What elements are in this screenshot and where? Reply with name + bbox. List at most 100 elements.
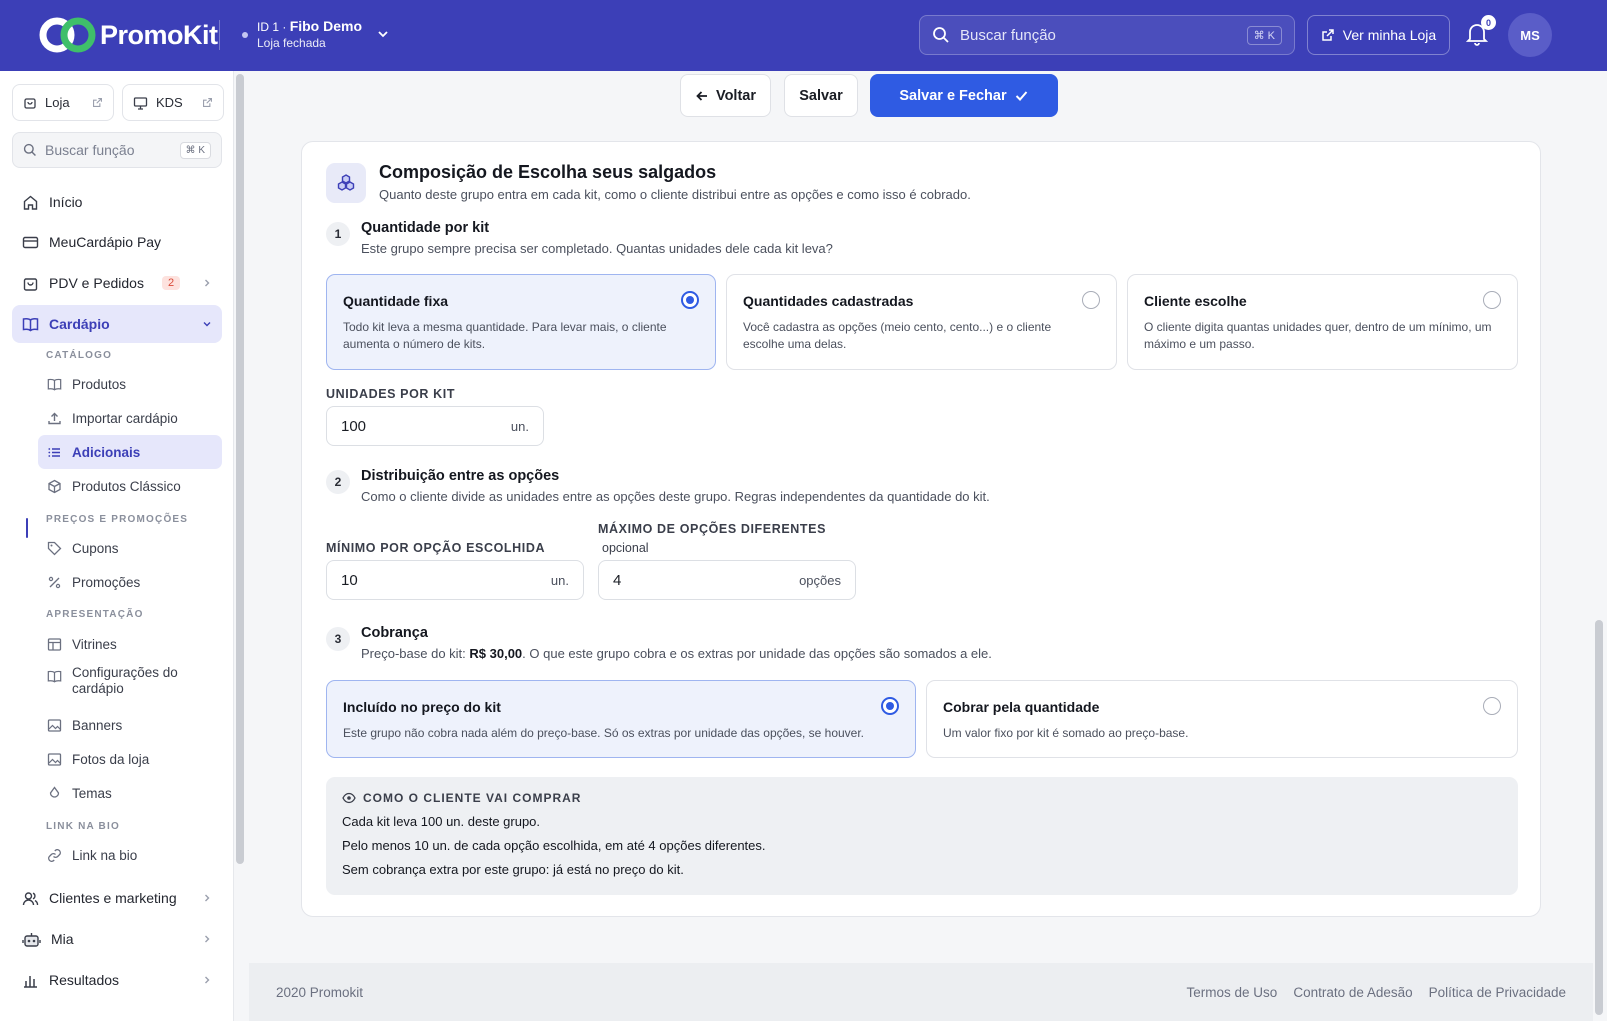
store-selector[interactable]: ID 1 · Fibo Demo Loja fechada (242, 18, 390, 50)
option-cliente-escolhe[interactable]: Cliente escolhe O cliente digita quantas… (1127, 274, 1518, 370)
option-incluido-no-preco[interactable]: Incluído no preço do kit Este grupo não … (326, 680, 916, 758)
sidebar-subitem-label: Adicionais (72, 444, 141, 460)
promokit-logo[interactable]: PromoKit (38, 16, 218, 54)
sidebar-subitem-fotos[interactable]: Fotos da loja (38, 742, 222, 776)
quick-link-kds[interactable]: KDS (122, 84, 224, 121)
sidebar-item-inicio[interactable]: Início (12, 183, 222, 221)
step-3-number: 3 (326, 627, 350, 651)
sidebar-subitem-label: Produtos Clássico (72, 478, 181, 494)
arrow-left-icon (695, 89, 709, 103)
quick-link-loja[interactable]: Loja (12, 84, 114, 121)
sidebar-item-label: Cardápio (49, 316, 110, 332)
sidebar-scrollbar[interactable] (236, 74, 244, 864)
credit-card-icon (22, 234, 39, 251)
radio-unselected[interactable] (1483, 697, 1501, 715)
sidebar-subitem-adicionais[interactable]: Adicionais (38, 435, 222, 469)
sidebar-item-resultados[interactable]: Resultados (12, 961, 222, 999)
save-button[interactable]: Salvar (784, 74, 858, 117)
base-price: R$ 30,00 (469, 646, 523, 661)
sidebar: Loja KDS Buscar função ⌘ K Início MeuCar… (0, 71, 234, 1021)
option-desc: Um valor fixo por kit é somado ao preço-… (943, 726, 1189, 740)
back-button[interactable]: Voltar (680, 74, 771, 117)
box-icon (47, 479, 62, 494)
footer-link-contract[interactable]: Contrato de Adesão (1293, 985, 1412, 1000)
sidebar-subitem-link-bio[interactable]: Link na bio (38, 838, 222, 872)
bar-chart-icon (22, 972, 39, 989)
sidebar-item-cardapio[interactable]: Cardápio (12, 305, 222, 343)
footer-link-terms[interactable]: Termos de Uso (1187, 985, 1278, 1000)
sidebar-subitem-promocoes[interactable]: Promoções (38, 565, 222, 599)
sidebar-subitem-label: Fotos da loja (72, 751, 150, 767)
sidebar-subitem-produtos-classico[interactable]: Produtos Clássico (38, 469, 222, 503)
chevron-down-icon (376, 27, 390, 41)
home-icon (22, 194, 39, 211)
external-link-icon (92, 97, 103, 108)
option-desc: Este grupo não cobra nada além do preço-… (343, 726, 865, 740)
main-scrollbar[interactable] (1595, 620, 1603, 1015)
book-icon (47, 377, 62, 392)
preview-line: Sem cobrança extra por este grupo: já es… (342, 862, 684, 877)
sidebar-subitem-label: Promoções (72, 574, 141, 590)
sidebar-subitem-produtos[interactable]: Produtos (38, 367, 222, 401)
sidebar-subitem-label: Importar cardápio (72, 410, 178, 426)
sidebar-subitem-importar[interactable]: Importar cardápio (38, 401, 222, 435)
step-2-subtitle: Como o cliente divide as unidades entre … (361, 489, 990, 504)
sidebar-item-label: Início (49, 194, 83, 210)
option-title: Quantidade fixa (343, 293, 449, 309)
logo-text: PromoKit (100, 19, 218, 50)
sidebar-item-meucardapio-pay[interactable]: MeuCardápio Pay (12, 223, 222, 261)
store-icon (23, 96, 37, 110)
step-3-subtitle: Preço-base do kit: R$ 30,00. O que este … (361, 646, 992, 661)
search-shortcut: ⌘ K (1246, 25, 1282, 45)
sidebar-subitem-vitrines[interactable]: Vitrines (38, 627, 222, 661)
user-avatar[interactable]: MS (1508, 13, 1552, 57)
sidebar-item-clientes[interactable]: Clientes e marketing (12, 879, 222, 917)
sidebar-subitem-banners[interactable]: Banners (38, 708, 222, 742)
max-suffix: opções (799, 572, 841, 588)
sidebar-item-mia[interactable]: Mia (12, 920, 222, 958)
save-and-close-button[interactable]: Salvar e Fechar (870, 74, 1058, 117)
units-per-kit-label: UNIDADES POR KIT (326, 387, 456, 401)
chevron-down-icon (202, 319, 212, 329)
sidebar-subitem-cupons[interactable]: Cupons (38, 531, 222, 565)
units-per-kit-input[interactable]: 100 un. (326, 406, 544, 446)
radio-selected[interactable] (681, 291, 699, 309)
footer-link-privacy[interactable]: Política de Privacidade (1429, 985, 1566, 1000)
radio-unselected[interactable] (1483, 291, 1501, 309)
sidebar-item-label: Clientes e marketing (49, 890, 177, 906)
store-id: ID 1 · (257, 20, 287, 34)
min-per-option-input[interactable]: 10 un. (326, 560, 584, 600)
users-icon (22, 890, 39, 907)
book-open-icon (22, 316, 39, 333)
sidebar-subitem-configuracoes[interactable]: Configurações do cardápio (38, 660, 222, 704)
section-catalogo: CATÁLOGO (46, 350, 113, 361)
sidebar-search-input[interactable]: Buscar função ⌘ K (12, 132, 222, 168)
option-quantidades-cadastradas[interactable]: Quantidades cadastradas Você cadastra as… (726, 274, 1117, 370)
topbar-divider (219, 20, 220, 50)
section-apresentacao: APRESENTAÇÃO (46, 609, 144, 620)
top-search-input[interactable]: Buscar função ⌘ K (919, 15, 1295, 55)
sidebar-item-label: Mia (51, 931, 74, 947)
section-precos: PREÇOS E PROMOÇÕES (46, 514, 189, 525)
sidebar-search-placeholder: Buscar função (45, 142, 135, 158)
chevron-right-icon (202, 893, 212, 903)
option-quantidade-fixa[interactable]: Quantidade fixa Todo kit leva a mesma qu… (326, 274, 716, 370)
monitor-icon (133, 96, 148, 110)
sidebar-item-label: PDV e Pedidos (49, 275, 144, 291)
units-per-kit-value: 100 (341, 417, 367, 435)
store-status-dot (242, 32, 248, 38)
option-cobrar-pela-quantidade[interactable]: Cobrar pela quantidade Um valor fixo por… (926, 680, 1518, 758)
sidebar-item-label: Resultados (49, 972, 120, 988)
sidebar-subitem-temas[interactable]: Temas (38, 776, 222, 810)
radio-selected[interactable] (881, 697, 899, 715)
view-store-button[interactable]: Ver minha Loja (1307, 15, 1450, 55)
sidebar-item-label: MeuCardápio Pay (49, 234, 162, 250)
step-1-subtitle: Este grupo sempre precisa ser completado… (361, 241, 833, 256)
step-3-title: Cobrança (361, 625, 428, 641)
max-options-optional: opcional (602, 541, 649, 555)
sidebar-item-pdv[interactable]: PDV e Pedidos 2 (12, 264, 222, 302)
pdv-count-badge: 2 (161, 276, 181, 290)
max-options-input[interactable]: 4 opções (598, 560, 856, 600)
store-name: Fibo Demo (289, 18, 363, 34)
radio-unselected[interactable] (1082, 291, 1100, 309)
